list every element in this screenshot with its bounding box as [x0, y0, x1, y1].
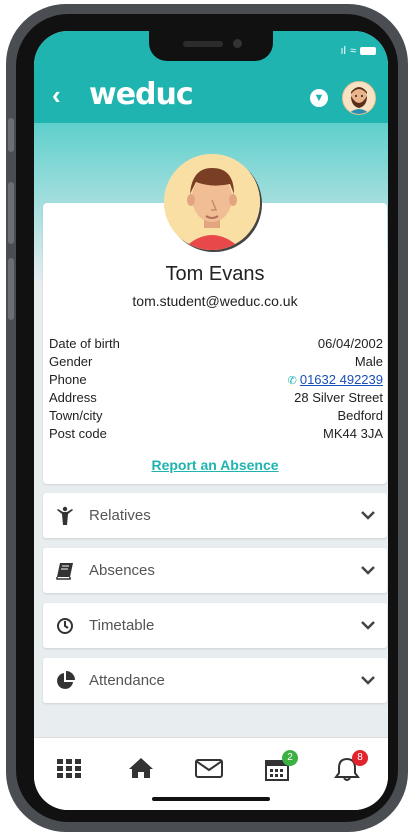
- wifi-icon: ≈: [349, 45, 356, 57]
- accordion-timetable[interactable]: Timetable: [43, 603, 387, 648]
- pie-chart-icon: [55, 671, 75, 691]
- detail-label: Town/city: [49, 408, 103, 423]
- phone-value: ✆ 01632 492239: [288, 371, 383, 389]
- chevron-down-icon: [361, 548, 375, 593]
- detail-label: Gender: [49, 354, 93, 369]
- detail-label: Phone: [49, 372, 87, 387]
- detail-row-gender: Gender Male: [49, 353, 383, 371]
- accordion-label: Absences: [89, 562, 155, 579]
- details-list: Date of birth 06/04/2002 Gender Male Pho…: [49, 335, 383, 443]
- notch: [149, 31, 273, 61]
- calendar-badge: 2: [282, 750, 298, 766]
- detail-row-postcode: Post code MK44 3JA: [49, 425, 383, 443]
- accordion-label: Timetable: [89, 617, 155, 634]
- apps-grid-icon[interactable]: [52, 756, 86, 786]
- detail-value: MK44 3JA: [323, 426, 383, 441]
- detail-row-dob: Date of birth 06/04/2002: [49, 335, 383, 353]
- clock-icon: [55, 616, 75, 636]
- detail-row-phone: Phone ✆ 01632 492239: [49, 371, 383, 389]
- phone-link[interactable]: 01632 492239: [300, 372, 383, 387]
- accordion-label: Relatives: [89, 507, 151, 524]
- accordion-label: Attendance: [89, 672, 165, 689]
- home-indicator: [152, 797, 270, 801]
- screen: ‹ weduc ▼ ıl ≈ Tom Evans tom.student@wed…: [34, 31, 388, 810]
- chevron-down-circle-icon[interactable]: ▼: [310, 89, 328, 107]
- accordion-attendance[interactable]: Attendance: [43, 658, 387, 703]
- speaker: [183, 41, 223, 47]
- detail-row-address: Address 28 Silver Street: [49, 389, 383, 407]
- user-avatar[interactable]: [342, 81, 376, 115]
- person-arms-up-icon: [55, 506, 75, 526]
- student-email: tom.student@weduc.co.uk: [132, 293, 298, 309]
- detail-value: Bedford: [337, 408, 383, 423]
- volume-down-button: [8, 258, 14, 320]
- battery-icon: [360, 47, 376, 55]
- accordion-absences[interactable]: Absences: [43, 548, 387, 593]
- mute-switch: [8, 118, 14, 152]
- detail-value: Male: [354, 354, 383, 369]
- detail-row-town: Town/city Bedford: [49, 407, 383, 425]
- student-avatar: [164, 154, 260, 250]
- chevron-down-icon: [361, 493, 375, 538]
- detail-label: Address: [49, 390, 97, 405]
- volume-up-button: [8, 182, 14, 244]
- book-icon: [55, 561, 75, 581]
- student-name: Tom Evans: [165, 263, 265, 285]
- phone-icon: ✆: [287, 375, 297, 387]
- chevron-down-icon: [361, 658, 375, 703]
- detail-label: Date of birth: [49, 336, 120, 351]
- detail-label: Post code: [49, 426, 107, 441]
- detail-value: 28 Silver Street: [294, 390, 383, 405]
- camera: [233, 39, 242, 48]
- notifications-badge: 8: [352, 750, 368, 766]
- home-icon[interactable]: [124, 756, 158, 786]
- detail-value: 06/04/2002: [317, 336, 383, 351]
- accordion-relatives[interactable]: Relatives: [43, 493, 387, 538]
- report-absence-link[interactable]: Report an Absence: [43, 457, 387, 473]
- chevron-down-icon: [361, 603, 375, 648]
- back-chevron-icon[interactable]: ‹: [52, 82, 61, 108]
- signal-icon: ıl: [340, 45, 346, 57]
- mail-icon[interactable]: [192, 756, 226, 786]
- weduc-logo: weduc: [89, 77, 194, 112]
- notifications-bell-icon[interactable]: 8: [330, 750, 368, 786]
- calendar-icon[interactable]: 2: [260, 750, 298, 786]
- status-bar: ıl ≈: [340, 45, 376, 57]
